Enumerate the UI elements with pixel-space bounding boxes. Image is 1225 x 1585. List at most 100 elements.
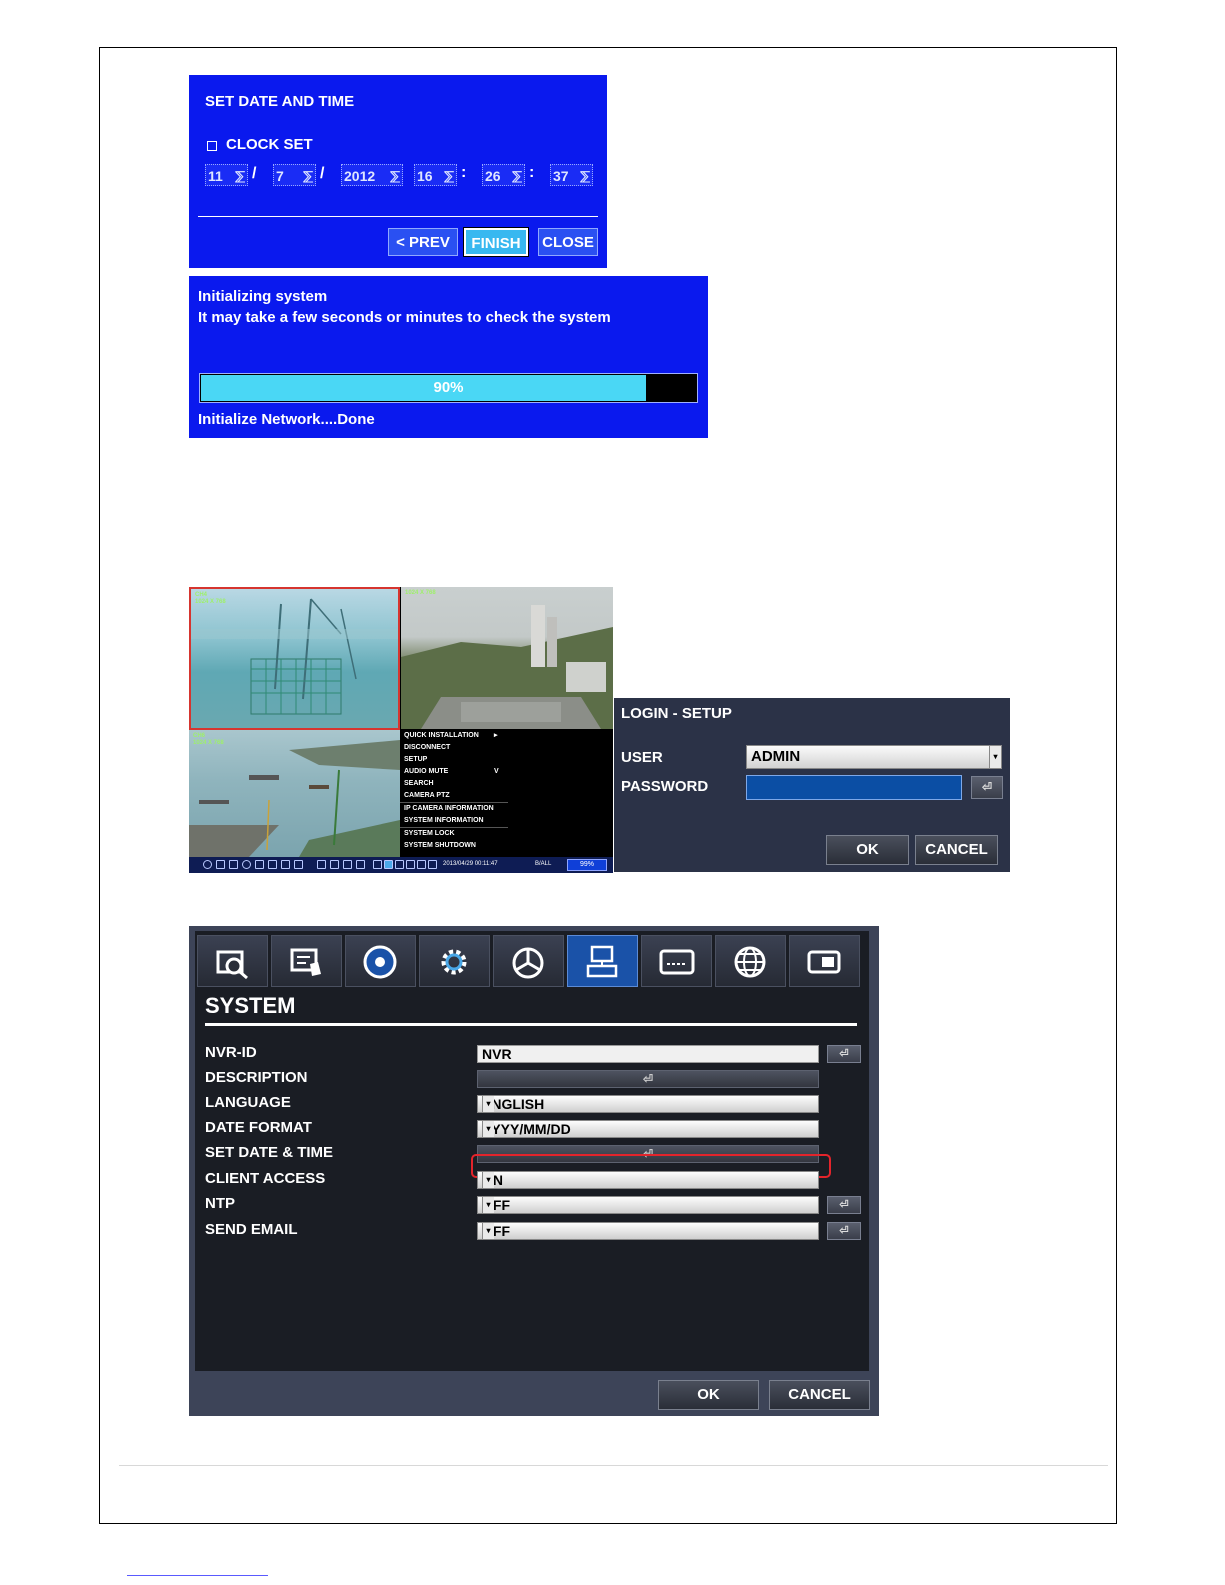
- close-button[interactable]: CLOSE: [538, 228, 598, 256]
- password-input[interactable]: [746, 775, 962, 800]
- record-status-icon: [395, 860, 404, 869]
- tab-network[interactable]: [715, 935, 786, 987]
- cancel-button[interactable]: CANCEL: [769, 1380, 870, 1410]
- tab-search[interactable]: [197, 935, 268, 987]
- ok-button[interactable]: OK: [658, 1380, 759, 1410]
- clock-set-checkbox[interactable]: [207, 141, 217, 151]
- date-separator: /: [320, 165, 325, 182]
- tab-device[interactable]: [789, 935, 860, 987]
- nvr-id-input[interactable]: NVR: [477, 1045, 819, 1063]
- minute-spinner[interactable]: 26 ⅀: [482, 164, 525, 186]
- date-format-dropdown[interactable]: YYYY/MM/DD ▾: [477, 1120, 819, 1138]
- tab-record[interactable]: [345, 935, 416, 987]
- ptz-move-icon[interactable]: [255, 860, 264, 869]
- footer-link-underline: [127, 1575, 268, 1576]
- display-icon: [659, 949, 695, 975]
- day-spinner[interactable]: 7 ⅀: [273, 164, 316, 186]
- ntp-dropdown[interactable]: OFF ▾: [477, 1196, 819, 1214]
- menu-item-search[interactable]: SEARCH: [404, 778, 434, 790]
- spin-icon: ⅀: [512, 169, 522, 183]
- capture-icon[interactable]: [229, 860, 238, 869]
- minimize-icon[interactable]: [216, 860, 225, 869]
- menu-item-audio-mute[interactable]: AUDIO MUTE: [404, 766, 448, 778]
- sequence-icon[interactable]: [281, 860, 290, 869]
- split-16-icon[interactable]: [356, 860, 365, 869]
- pie-chart-icon: [512, 947, 544, 979]
- tab-system[interactable]: [567, 935, 638, 987]
- power-icon[interactable]: [203, 860, 212, 869]
- language-dropdown[interactable]: ENGLISH ▾: [477, 1095, 819, 1113]
- menu-item-camera-ptz[interactable]: CAMERA PTZ: [404, 790, 450, 802]
- chevron-down-icon: ▾: [482, 1197, 494, 1213]
- chevron-down-icon: ▾: [482, 1223, 494, 1239]
- page-title: SYSTEM: [205, 993, 296, 1018]
- send-email-dropdown[interactable]: OFF ▾: [477, 1222, 819, 1240]
- finish-button[interactable]: FINISH: [463, 227, 529, 257]
- event-icon[interactable]: [373, 860, 382, 869]
- camera-tile-ch6[interactable]: CH6 1024 X 768: [189, 730, 400, 857]
- date-format-label: DATE FORMAT: [205, 1119, 312, 1136]
- playback-icon[interactable]: [294, 860, 303, 869]
- timestamp: 2013/04/29 00:11:47: [443, 861, 498, 867]
- system-icon: [586, 945, 618, 978]
- ptz-rotate-icon[interactable]: [268, 860, 277, 869]
- menu-item-system-shutdown[interactable]: SYSTEM SHUTDOWN: [404, 840, 476, 852]
- network-status-icon: [384, 860, 393, 869]
- second-spinner[interactable]: 37 ⅀: [550, 164, 593, 186]
- user-label: USER: [621, 749, 663, 766]
- time-separator: :: [461, 164, 467, 181]
- send-email-settings-button[interactable]: ⏎: [827, 1222, 861, 1240]
- client-access-dropdown[interactable]: ON▾: [477, 1171, 819, 1189]
- split-4-icon[interactable]: [330, 860, 339, 869]
- login-setup-dialog: LOGIN - SETUP USER ADMIN ▾ PASSWORD ⏎ OK…: [614, 698, 1010, 872]
- spin-icon: ⅀: [444, 169, 454, 183]
- context-menu: QUICK INSTALLATION ▸ DISCONNECT SETUP AU…: [400, 730, 508, 854]
- init-message: It may take a few seconds or minutes to …: [198, 309, 611, 326]
- search-icon: [216, 950, 248, 980]
- menu-item-disconnect[interactable]: DISCONNECT: [404, 742, 450, 754]
- tab-event[interactable]: [271, 935, 342, 987]
- camera-label: 1024 X 768: [405, 590, 436, 596]
- tab-chart[interactable]: [493, 935, 564, 987]
- footer-divider: [119, 1465, 1108, 1466]
- menu-item-system-information[interactable]: SYSTEM INFORMATION: [404, 815, 484, 827]
- split-1-icon[interactable]: [317, 860, 326, 869]
- device-icon: [807, 950, 841, 974]
- split-9-icon[interactable]: [343, 860, 352, 869]
- nvr-id-label: NVR-ID: [205, 1044, 257, 1061]
- tab-display[interactable]: [641, 935, 712, 987]
- audio-mute-check-icon: V: [494, 768, 499, 775]
- tab-setup[interactable]: [419, 935, 490, 987]
- zoom-icon[interactable]: [242, 860, 251, 869]
- camera-label: CH4 1024 X 768: [195, 592, 226, 605]
- user-dropdown[interactable]: ADMIN ▾: [746, 745, 1002, 769]
- menu-item-system-lock[interactable]: SYSTEM LOCK: [404, 828, 455, 840]
- month-spinner[interactable]: 11 ⅀: [205, 164, 248, 186]
- nvr-id-keyboard-button[interactable]: ⏎: [827, 1045, 861, 1063]
- menu-item-ip-camera-information[interactable]: IP CAMERA INFORMATION: [404, 803, 494, 815]
- init-title: Initializing system: [198, 288, 328, 305]
- submenu-arrow-icon: ▸: [494, 732, 498, 739]
- menu-item-setup[interactable]: SETUP: [404, 754, 427, 766]
- camera-image: [401, 605, 613, 729]
- password-label: PASSWORD: [621, 778, 709, 795]
- camera-image: [191, 598, 398, 715]
- description-edit-button[interactable]: ⏎: [477, 1070, 819, 1088]
- ntp-settings-button[interactable]: ⏎: [827, 1196, 861, 1214]
- prev-button[interactable]: < PREV: [388, 228, 458, 256]
- hour-spinner[interactable]: 16 ⅀: [414, 164, 457, 186]
- date-separator: /: [252, 165, 257, 182]
- camera-tile-ch4[interactable]: CH4 1024 X 768: [189, 587, 400, 730]
- ok-button[interactable]: OK: [826, 835, 909, 865]
- dialog-title: LOGIN - SETUP: [621, 705, 732, 722]
- virtual-keyboard-button[interactable]: ⏎: [971, 776, 1003, 799]
- chevron-down-icon: ▾: [482, 1172, 494, 1188]
- cancel-button[interactable]: CANCEL: [915, 835, 998, 865]
- chevron-down-icon: ▾: [482, 1121, 494, 1137]
- chevron-down-icon: ▾: [989, 746, 1001, 768]
- year-spinner[interactable]: 2012 ⅀: [341, 164, 403, 186]
- client-access-label: CLIENT ACCESS: [205, 1170, 326, 1187]
- menu-item-quick-installation[interactable]: QUICK INSTALLATION: [404, 730, 479, 742]
- camera-tile-2[interactable]: 1024 X 768: [401, 587, 613, 729]
- system-panel: SYSTEM NVR-ID NVR ⏎ DESCRIPTION ⏎ LANGUA…: [195, 931, 869, 1371]
